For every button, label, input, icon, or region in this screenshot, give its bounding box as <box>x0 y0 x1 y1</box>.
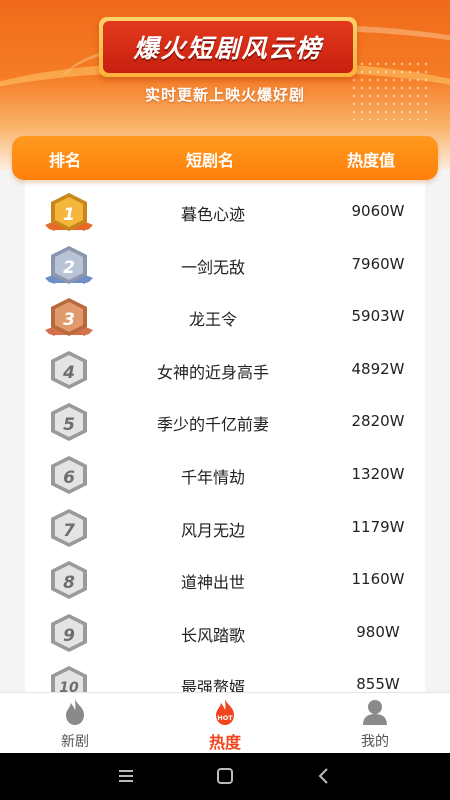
tab-label: 新剧 <box>61 734 89 750</box>
drama-title: 女神的近身高手 <box>156 362 269 382</box>
ranking-row[interactable]: 10 最强赘婿 855W <box>25 658 425 692</box>
ranking-row[interactable]: 3 龙王令 5903W <box>25 290 425 342</box>
ranking-row[interactable]: 6 千年情劫 1320W <box>25 448 425 500</box>
ranking-row[interactable]: 8 道神出世 1160W <box>25 553 425 605</box>
heat-value: 9060W <box>351 202 405 220</box>
rank-badge-icon: 5 <box>51 403 87 442</box>
tab-mine[interactable]: 我的 <box>300 693 450 754</box>
ranking-row[interactable]: 2 一剑无敌 7960W <box>25 238 425 290</box>
tab-new-dramas[interactable]: 新剧 <box>0 693 150 754</box>
ranking-row[interactable]: 5 季少的千亿前妻 2820W <box>25 395 425 447</box>
system-nav-bar <box>0 753 450 800</box>
heat-value: 7960W <box>351 254 405 273</box>
rank-badge-icon: 6 <box>51 456 87 494</box>
flame-icon <box>66 699 84 725</box>
heat-value: 855W <box>356 675 400 692</box>
page-title: 爆火短剧风云榜 <box>133 34 323 63</box>
rank-badge-icon: 4 <box>51 350 87 389</box>
heat-value: 2820W <box>351 412 405 431</box>
rank-number: 6 <box>63 468 75 488</box>
heat-value: 1160W <box>351 570 405 589</box>
drama-title: 暮色心迹 <box>180 205 245 224</box>
tab-label: 我的 <box>361 734 389 750</box>
rank-badge-icon: 10 <box>51 666 87 692</box>
heat-value: 1320W <box>351 465 405 483</box>
column-header-name: 短剧名 <box>186 151 235 170</box>
title-plate: 爆火短剧风云榜 <box>99 17 357 77</box>
rank-badge-icon: 1 <box>45 193 93 231</box>
home-icon[interactable] <box>213 764 237 788</box>
rank-number: 4 <box>62 363 75 383</box>
page-subtitle: 实时更新上映火爆好剧 <box>144 86 305 104</box>
ranking-list: 1 暮色心迹 9060W 2 一剑无敌 7960W 3 龙王令 5903W 4 女神的近身高手 489… <box>25 180 425 692</box>
rank-badge-icon: 9 <box>51 613 87 652</box>
ranking-row[interactable]: 7 风月无边 1179W <box>25 501 425 553</box>
rank-number: 1 <box>63 205 75 225</box>
rank-number: 10 <box>59 680 79 692</box>
drama-title: 千年情劫 <box>180 468 245 487</box>
drama-title: 道神出世 <box>180 573 245 593</box>
heat-value: 980W <box>356 622 400 641</box>
heat-value: 4892W <box>351 359 405 378</box>
column-header-heat: 热度值 <box>347 151 396 170</box>
drama-title: 风月无边 <box>180 520 245 540</box>
drama-title: 最强赘婿 <box>180 678 245 692</box>
heat-value: 5903W <box>351 307 405 326</box>
drama-title: 长风踏歌 <box>180 625 245 645</box>
rank-number: 8 <box>63 573 75 593</box>
rank-number: 2 <box>63 258 75 278</box>
user-icon <box>363 700 387 725</box>
tab-label: 热度 <box>208 733 241 752</box>
back-icon[interactable] <box>312 764 336 788</box>
hot-flame-icon: HOT <box>216 699 234 725</box>
rank-number: 3 <box>63 310 75 330</box>
hot-badge-text: HOT <box>217 714 233 722</box>
rank-badge-icon: 3 <box>45 298 93 337</box>
ranking-header: 排名 短剧名 热度值 <box>12 136 438 180</box>
rank-badge-icon: 8 <box>51 561 87 600</box>
ranking-row[interactable]: 4 女神的近身高手 4892W <box>25 343 425 395</box>
rank-number: 9 <box>63 626 75 646</box>
column-header-rank: 排名 <box>49 151 82 170</box>
tab-hot[interactable]: HOT 热度 <box>150 693 300 754</box>
drama-title: 一剑无敌 <box>180 257 245 277</box>
rank-badge-icon: 7 <box>51 508 87 547</box>
ranking-row[interactable]: 9 长风踏歌 980W <box>25 606 425 658</box>
heat-value: 1179W <box>351 517 405 536</box>
drama-title: 龙王令 <box>188 310 237 330</box>
ranking-row[interactable]: 1 暮色心迹 9060W <box>25 185 425 237</box>
rank-badge-icon: 2 <box>45 245 93 284</box>
menu-icon[interactable] <box>114 764 138 788</box>
rank-number: 7 <box>63 521 75 541</box>
rank-number: 5 <box>63 415 75 435</box>
bottom-tab-bar: 新剧 HOT 热度 我的 <box>0 692 450 753</box>
drama-title: 季少的千亿前妻 <box>156 415 269 435</box>
